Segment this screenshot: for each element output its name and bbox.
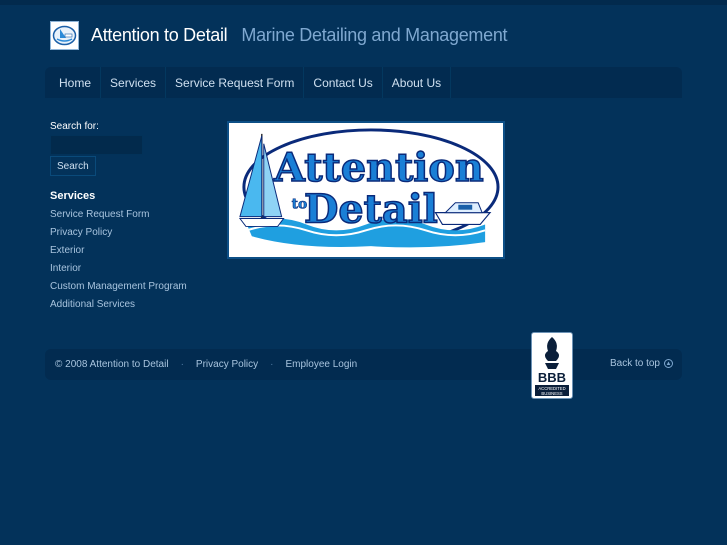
sidebar-link-privacy-policy[interactable]: Privacy Policy <box>50 227 210 238</box>
sidebar-link-exterior[interactable]: Exterior <box>50 245 210 256</box>
site-footer: © 2008 Attention to Detail · Privacy Pol… <box>45 349 682 380</box>
search-label: Search for: <box>50 121 99 132</box>
nav-item-services[interactable]: Services <box>101 67 167 98</box>
sidebar: Search for: Search Services Service Requ… <box>50 121 210 310</box>
main-nav: Home Services Service Request Form Conta… <box>45 67 682 98</box>
services-heading: Services <box>50 190 96 202</box>
sidebar-link-additional-services[interactable]: Additional Services <box>50 299 210 310</box>
sidebar-link-interior[interactable]: Interior <box>50 263 210 274</box>
sidebar-link-service-request-form[interactable]: Service Request Form <box>50 209 210 220</box>
back-to-top-link[interactable]: Back to top ▲ <box>610 358 673 369</box>
bbb-mark: BBB <box>538 370 566 385</box>
footer-separator: · <box>180 359 184 370</box>
back-to-top-label: Back to top <box>609 358 660 369</box>
site-tagline: Marine Detailing and Management <box>241 24 508 45</box>
arrow-up-icon: ▲ <box>664 359 673 368</box>
banner-line1: Attention <box>273 145 484 191</box>
nav-item-contact-us[interactable]: Contact Us <box>304 67 383 98</box>
site-logo-icon[interactable] <box>50 20 79 50</box>
sidebar-link-custom-management-program[interactable]: Custom Management Program <box>50 281 210 292</box>
banner-line3: Detail <box>304 187 438 233</box>
banner-image: Attention to Detail <box>227 121 505 259</box>
nav-item-service-request-form[interactable]: Service Request Form <box>166 67 305 98</box>
footer-link-employee-login[interactable]: Employee Login <box>286 359 358 370</box>
footer-link-privacy-policy[interactable]: Privacy Policy <box>196 359 258 370</box>
copyright-text: © 2008 Attention to Detail <box>55 359 169 370</box>
search-button[interactable]: Search <box>50 156 96 176</box>
bbb-torch-icon: BBB ACCREDITED BUSINESS <box>535 337 569 396</box>
site-title[interactable]: Attention to Detail <box>91 25 228 46</box>
bbb-badge[interactable]: BBB ACCREDITED BUSINESS <box>531 332 573 399</box>
nav-item-home[interactable]: Home <box>45 67 102 98</box>
nav-item-about-us[interactable]: About Us <box>383 67 452 98</box>
footer-separator: · <box>270 359 274 370</box>
site-header: Attention to Detail Marine Detailing and… <box>50 20 508 50</box>
bbb-caption-2: BUSINESS <box>541 391 562 396</box>
top-strip <box>0 0 727 5</box>
banner-logo-icon: Attention to Detail <box>232 126 500 254</box>
search-input[interactable] <box>50 135 143 155</box>
